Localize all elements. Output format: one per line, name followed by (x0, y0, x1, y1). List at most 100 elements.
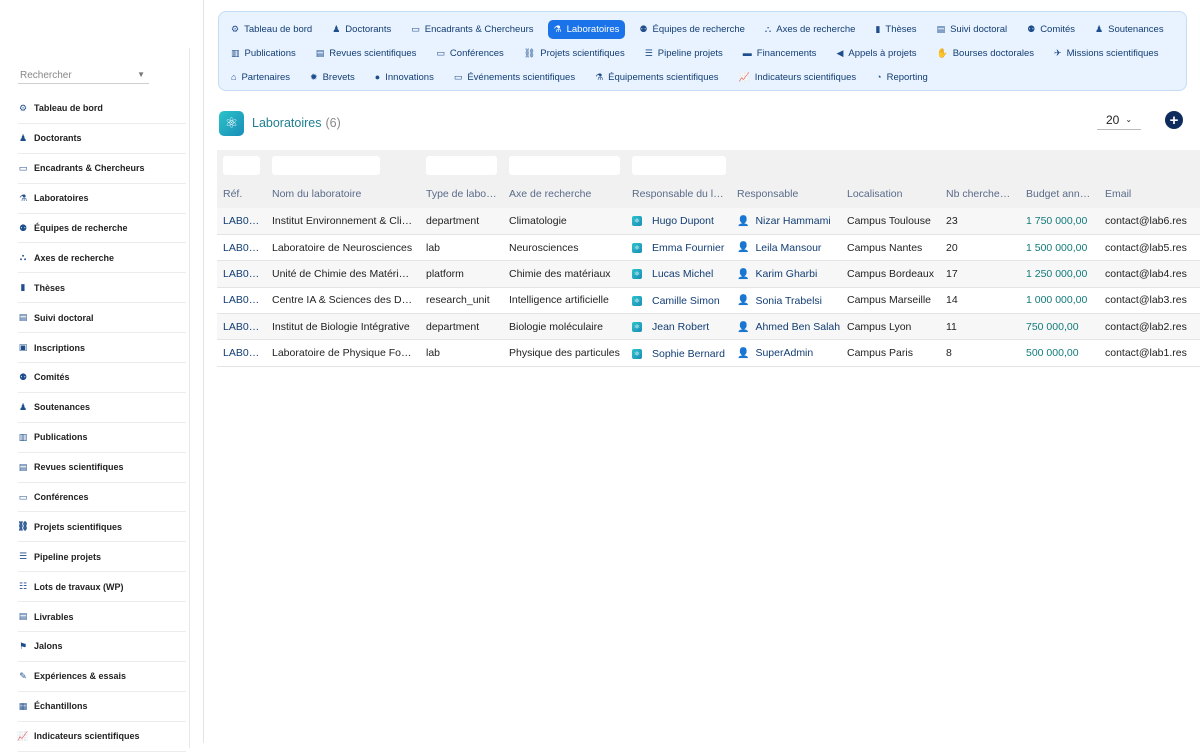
filter-input-lab-head[interactable] (632, 155, 726, 175)
nav-tab[interactable]: ⌂ Partenaires (225, 68, 296, 87)
nav-tab[interactable]: ⛬ Axes de recherche (759, 20, 862, 39)
column-header[interactable]: Budget annuel (1020, 180, 1099, 208)
sidebar-item[interactable]: ▥ Publications (18, 423, 186, 453)
cell-ref[interactable]: LAB003 (217, 287, 266, 313)
cell-ref[interactable]: LAB006 (217, 208, 266, 234)
nav-tab[interactable]: ▭ Encadrants & Chercheurs (405, 20, 539, 39)
column-header[interactable]: Type de labo… (420, 180, 503, 208)
lab-head-link[interactable]: ⚛ Sophie Bernard (632, 348, 725, 360)
cell-lab-head[interactable]: ⚛ Lucas Michel (626, 261, 731, 287)
nav-tab[interactable]: ⚗ Équipements scientifiques (589, 68, 724, 87)
page-size-select[interactable]: 20 ⌄ (1097, 110, 1141, 130)
cell-lab-head[interactable]: ⚛ Hugo Dupont (626, 208, 731, 234)
nav-tab[interactable]: ⛓ Projets scientifiques (518, 44, 631, 63)
sidebar-item[interactable]: ▤ Suivi doctoral (18, 303, 186, 334)
nav-tab[interactable]: ✹ Brevets (304, 68, 361, 87)
sidebar-item[interactable]: ▮ Thèses (18, 273, 186, 304)
column-header[interactable]: Nb chercheurs (940, 180, 1020, 208)
column-header[interactable]: Responsable du l… (626, 180, 731, 208)
responsible-link[interactable]: 👤 SuperAdmin (737, 347, 813, 359)
sidebar-item[interactable]: ☷ Lots de travaux (WP) (18, 572, 186, 603)
nav-tab[interactable]: ⚉ Comités (1021, 20, 1081, 39)
sidebar-item[interactable]: ▤ Livrables (18, 602, 186, 633)
responsible-link[interactable]: 👤 Sonia Trabelsi (737, 295, 822, 307)
sidebar-search-select[interactable]: Rechercher ▼ (18, 66, 149, 84)
sidebar-item[interactable]: ♟ Doctorants (18, 124, 186, 154)
nav-tab[interactable]: ▭ Événements scientifiques (448, 68, 581, 87)
cell-ref[interactable]: LAB004 (217, 261, 266, 287)
nav-tab[interactable]: ◔ Reporting (870, 68, 934, 87)
lab-head-link[interactable]: ⚛ Lucas Michel (632, 268, 713, 280)
table-row[interactable]: LAB001 Laboratoire de Physique Fondamenta… (217, 340, 1200, 367)
table-row[interactable]: LAB003 Centre IA & Sciences des Données re… (217, 287, 1200, 314)
sidebar-item[interactable]: ▭ Conférences (18, 483, 186, 513)
cell-responsible[interactable]: 👤 SuperAdmin (731, 340, 841, 366)
sidebar-item[interactable]: ⛓ Projets scientifiques (17, 512, 186, 543)
lab-head-link[interactable]: ⚛ Jean Robert (632, 321, 709, 333)
nav-tab[interactable]: ♟ Soutenances (1089, 20, 1170, 39)
cell-lab-head[interactable]: ⚛ Jean Robert (626, 314, 731, 340)
cell-lab-head[interactable]: ⚛ Camille Simon (626, 287, 731, 313)
cell-lab-head[interactable]: ⚛ Sophie Bernard (626, 340, 731, 366)
filter-input-name[interactable] (272, 155, 380, 175)
cell-responsible[interactable]: 👤 Ahmed Ben Salah (731, 314, 841, 340)
cell-responsible[interactable]: 👤 Karim Gharbi (731, 261, 841, 287)
nav-tab[interactable]: ✈ Missions scientifiques (1048, 44, 1164, 63)
lab-head-link[interactable]: ⚛ Hugo Dupont (632, 215, 714, 227)
sidebar-item[interactable]: ☰ Pipeline projets (18, 542, 186, 573)
sidebar-item[interactable]: ♟ Soutenances (18, 393, 186, 423)
table-row[interactable]: LAB004 Unité de Chimie des Matériaux platf… (217, 260, 1200, 288)
sidebar-item[interactable]: ⚗ Laboratoires (18, 184, 186, 214)
responsible-link[interactable]: 👤 Karim Gharbi (737, 268, 817, 280)
sidebar-item[interactable]: ⛬ Axes de recherche (18, 243, 186, 274)
responsible-link[interactable]: 👤 Nizar Hammami (737, 215, 831, 227)
nav-tab[interactable]: ◀ Appels à projets (830, 44, 922, 63)
nav-tab[interactable]: ✋ Bourses doctorales (930, 44, 1040, 63)
nav-tab[interactable]: ▤ Suivi doctoral (931, 20, 1014, 39)
nav-tab[interactable]: ▬ Financements (737, 44, 823, 63)
sidebar-item[interactable]: ▤ Revues scientifiques (18, 453, 186, 483)
responsible-link[interactable]: 👤 Ahmed Ben Salah (737, 321, 840, 333)
nav-tab[interactable]: ▭ Conférences (430, 44, 509, 63)
cell-ref[interactable]: LAB005 (217, 234, 266, 260)
sidebar-item[interactable]: ✎ Expériences & essais (18, 662, 186, 692)
column-header[interactable]: Réf. (217, 180, 266, 208)
nav-tab[interactable]: ⚉ Équipes de recherche (633, 20, 751, 39)
sidebar-item[interactable]: 📈 Indicateurs scientifiques (17, 722, 186, 752)
nav-tab[interactable]: ☰ Pipeline projets (639, 44, 729, 63)
column-header[interactable]: Email (1099, 180, 1200, 208)
sidebar-item[interactable]: ⚉ Comités (18, 363, 186, 393)
filter-input-axis[interactable] (509, 155, 620, 175)
responsible-link[interactable]: 👤 Leila Mansour (737, 242, 821, 254)
sidebar-item[interactable]: ⚑ Jalons (18, 632, 186, 662)
cell-ref[interactable]: LAB001 (217, 340, 266, 366)
cell-ref[interactable]: LAB002 (217, 314, 266, 340)
table-row[interactable]: LAB006 Institut Environnement & Climat dep… (217, 208, 1200, 235)
nav-tab[interactable]: 📈 Indicateurs scientifiques (733, 68, 863, 87)
sidebar-item[interactable]: ⚙ Tableau de bord (18, 94, 186, 124)
lab-head-link[interactable]: ⚛ Camille Simon (632, 295, 720, 307)
cell-responsible[interactable]: 👤 Sonia Trabelsi (731, 287, 841, 313)
nav-tab[interactable]: ⚗ Laboratoires (547, 19, 626, 39)
nav-tab[interactable]: ● Innovations (369, 68, 440, 87)
nav-tab[interactable]: ▮ Thèses (869, 20, 922, 39)
table-row[interactable]: LAB002 Institut de Biologie Intégrative de… (217, 313, 1200, 340)
nav-tab[interactable]: ⚙ Tableau de bord (225, 20, 318, 39)
sidebar-item[interactable]: ⚉ Équipes de recherche (18, 214, 186, 244)
cell-responsible[interactable]: 👤 Leila Mansour (731, 234, 841, 260)
sidebar-item[interactable]: ▣ Inscriptions (18, 333, 186, 364)
sidebar-item[interactable]: ▦ Échantillons (18, 692, 186, 722)
lab-head-link[interactable]: ⚛ Emma Fournier (632, 242, 724, 254)
table-row[interactable]: LAB005 Laboratoire de Neurosciences lab Neu… (217, 234, 1200, 261)
column-header[interactable]: Responsable (731, 180, 841, 208)
column-header[interactable]: Localisation (841, 180, 940, 208)
column-header[interactable]: Nom du laboratoire (266, 180, 420, 208)
sidebar-item[interactable]: ▭ Encadrants & Chercheurs (18, 154, 186, 184)
filter-input-type[interactable] (426, 155, 497, 175)
nav-tab[interactable]: ▤ Revues scientifiques (310, 44, 423, 63)
nav-tab[interactable]: ♟ Doctorants (326, 20, 397, 39)
filter-input-ref[interactable] (223, 155, 260, 175)
nav-tab[interactable]: ▥ Publications (225, 44, 302, 63)
cell-lab-head[interactable]: ⚛ Emma Fournier (626, 234, 731, 260)
add-record-button[interactable]: + (1165, 111, 1183, 129)
